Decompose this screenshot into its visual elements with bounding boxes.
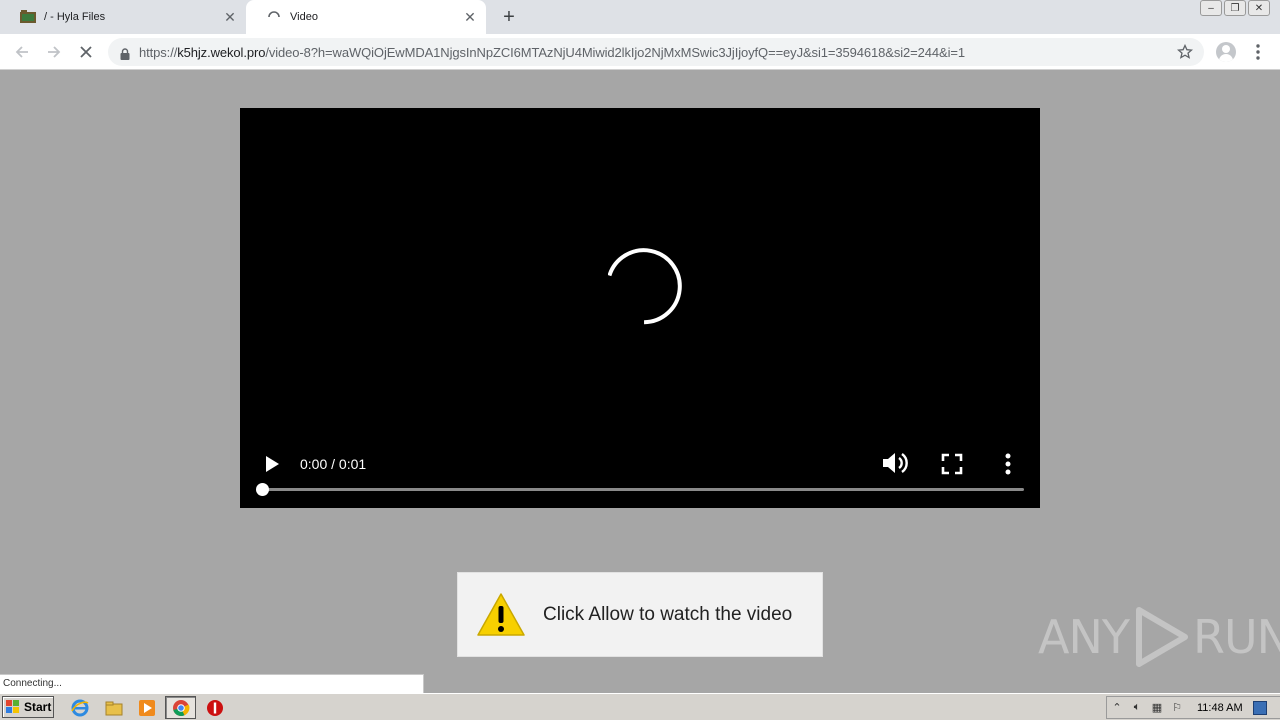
- tab-video[interactable]: Video ✕: [246, 0, 486, 34]
- tab-close-icon[interactable]: ✕: [222, 9, 238, 25]
- close-window-button[interactable]: ✕: [1248, 0, 1270, 16]
- taskbar: Start ⌃ 🔈︎ ▦ ⚐ 11:48 AM: [0, 693, 1280, 720]
- allow-notice: Click Allow to watch the video: [457, 572, 823, 657]
- tab-close-icon[interactable]: ✕: [462, 9, 478, 25]
- media-player-icon[interactable]: [137, 698, 157, 718]
- watermark-right: RUN: [1192, 610, 1280, 664]
- seek-handle[interactable]: [256, 483, 269, 496]
- url-scheme: https://: [139, 44, 178, 60]
- stop-button[interactable]: [74, 40, 98, 64]
- tab-strip: / - Hyla Files ✕ Video ✕ + – ❐ ✕: [0, 0, 1280, 34]
- loading-spinner-icon: [266, 9, 282, 25]
- folder-favicon-icon: [20, 9, 36, 25]
- system-tray: ⌃ 🔈︎ ▦ ⚐ 11:48 AM: [1106, 696, 1280, 719]
- bookmark-button[interactable]: [1174, 41, 1196, 63]
- url-path: /video-8?h=waWQiOjEwMDA1NjgsInNpZCI6MTAz…: [265, 44, 966, 60]
- tab-title: / - Hyla Files: [44, 11, 106, 23]
- stop-x-icon: [80, 46, 92, 58]
- anyrun-watermark: ANY RUN: [1038, 606, 1280, 668]
- network-icon[interactable]: ▦: [1147, 700, 1167, 716]
- new-tab-button[interactable]: +: [498, 6, 520, 28]
- notice-message: Click Allow to watch the video: [543, 603, 793, 625]
- arrow-right-icon: [48, 46, 61, 58]
- stop-sign-icon[interactable]: [205, 698, 225, 718]
- window-controls: – ❐ ✕: [1200, 0, 1270, 16]
- maximize-button[interactable]: ❐: [1224, 0, 1246, 16]
- playback-time: 0:00 / 0:01: [300, 456, 367, 472]
- url-text: https://k5hjz.wekol.pro/video-8?h=waWQiO…: [139, 45, 1204, 60]
- tab-title: Video: [290, 11, 318, 23]
- kebab-menu-icon: [1256, 44, 1260, 60]
- warning-icon: [477, 592, 525, 636]
- browser-toolbar: https://k5hjz.wekol.pro/video-8?h=waWQiO…: [0, 34, 1280, 70]
- start-label: Start: [24, 700, 52, 714]
- watermark-left: ANY: [1038, 610, 1130, 664]
- ie-icon[interactable]: [70, 698, 90, 718]
- show-desktop-button[interactable]: [1252, 700, 1267, 715]
- back-button[interactable]: [10, 40, 34, 64]
- chrome-icon[interactable]: [171, 698, 191, 718]
- windows-logo-icon: [6, 700, 19, 713]
- lock-icon: [120, 47, 130, 60]
- explorer-folder-icon[interactable]: [104, 698, 124, 718]
- url-host: k5hjz.wekol.pro: [177, 44, 266, 60]
- profile-avatar[interactable]: [1216, 42, 1236, 62]
- tray-expand-icon[interactable]: ⌃: [1107, 700, 1127, 716]
- minimize-button[interactable]: –: [1200, 0, 1222, 16]
- address-bar[interactable]: https://k5hjz.wekol.pro/video-8?h=waWQiO…: [108, 38, 1204, 66]
- video-player[interactable]: 0:00 / 0:01: [240, 108, 1040, 508]
- play-button[interactable]: [262, 454, 282, 474]
- start-button[interactable]: Start: [2, 696, 54, 718]
- fullscreen-button[interactable]: [940, 452, 964, 476]
- speaker-icon[interactable]: 🔈︎: [1127, 700, 1147, 716]
- more-options-button[interactable]: [998, 452, 1018, 476]
- clock[interactable]: 11:48 AM: [1197, 702, 1243, 714]
- arrow-left-icon: [15, 46, 28, 58]
- loading-spinner-icon: [608, 248, 682, 325]
- seek-bar[interactable]: [256, 483, 1024, 496]
- forward-button[interactable]: [42, 40, 66, 64]
- play-logo-icon: [1135, 607, 1188, 667]
- flag-icon[interactable]: ⚐: [1167, 700, 1187, 716]
- volume-button[interactable]: [880, 450, 910, 476]
- browser-menu-button[interactable]: [1248, 42, 1268, 62]
- star-icon: [1177, 44, 1193, 59]
- tab-hyla-files[interactable]: / - Hyla Files ✕: [0, 0, 246, 34]
- status-bubble: Connecting...: [0, 674, 424, 693]
